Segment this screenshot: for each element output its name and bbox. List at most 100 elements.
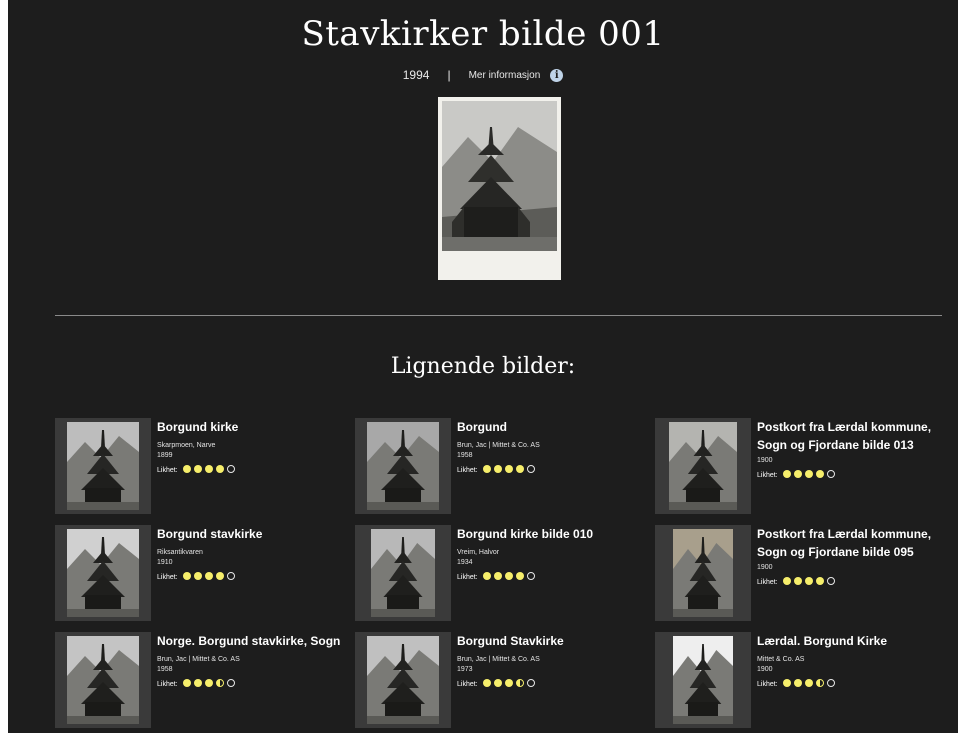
- similarity-dot-icon: [204, 572, 213, 580]
- similarity-rating: Likhet:: [457, 572, 645, 582]
- meta-row: 1994 | Mer informasjon i: [8, 68, 958, 82]
- similarity-dot-icon: [515, 465, 524, 473]
- card-year: 1973: [457, 666, 473, 673]
- thumbnail-image[interactable]: [367, 636, 439, 724]
- card-info: Postkort fra Lærdal kommune, Sogn og Fjo…: [757, 418, 945, 480]
- similarity-label: Likhet:: [457, 466, 478, 474]
- similarity-dots: [182, 572, 238, 582]
- similarity-label: Likhet:: [757, 578, 778, 586]
- similarity-dot-icon: [182, 465, 191, 473]
- similarity-dot-icon: [793, 679, 802, 687]
- similarity-dot-icon: [804, 577, 813, 585]
- similarity-dots: [182, 465, 238, 475]
- similarity-rating: Likhet:: [157, 465, 345, 475]
- thumbnail-image[interactable]: [673, 529, 733, 617]
- similarity-dot-icon: [526, 679, 535, 687]
- card-year: 1958: [457, 452, 473, 459]
- card-title[interactable]: Borgund: [457, 418, 645, 436]
- thumbnail-frame[interactable]: [355, 632, 451, 728]
- card-creator: Vreim, Halvor: [457, 549, 500, 556]
- similarity-dot-icon: [782, 577, 791, 585]
- card-title[interactable]: Borgund kirke bilde 010: [457, 525, 645, 543]
- similarity-dot-icon: [204, 679, 213, 687]
- similarity-dot-icon: [493, 465, 502, 473]
- similarity-dot-icon: [826, 577, 835, 585]
- similar-image-card[interactable]: Postkort fra Lærdal kommune, Sogn og Fjo…: [655, 418, 945, 514]
- card-info: Borgund stavkirke Riksantikvaren 1910 Likhe…: [157, 525, 345, 582]
- similarity-label: Likhet:: [457, 680, 478, 688]
- card-creator: Brun, Jac | Mittet & Co. AS: [457, 442, 540, 449]
- card-title[interactable]: Borgund Stavkirke: [457, 632, 645, 650]
- similarity-dot-icon: [826, 679, 835, 687]
- similarity-rating: Likhet:: [757, 577, 945, 587]
- similarity-dot-icon: [815, 679, 824, 687]
- similarity-dot-icon: [504, 679, 513, 687]
- card-title[interactable]: Borgund stavkirke: [157, 525, 345, 543]
- thumbnail-frame[interactable]: [55, 418, 151, 514]
- similarity-dot-icon: [782, 679, 791, 687]
- thumbnail-image[interactable]: [669, 422, 737, 510]
- similarity-dots: [782, 577, 838, 587]
- similar-image-card[interactable]: Norge. Borgund stavkirke, Sogn Brun, Jac …: [55, 632, 345, 728]
- thumbnail-image[interactable]: [67, 636, 139, 724]
- similar-image-card[interactable]: Borgund Stavkirke Brun, Jac | Mittet & Co…: [355, 632, 645, 728]
- similarity-dot-icon: [193, 465, 202, 473]
- similarity-label: Likhet:: [457, 573, 478, 581]
- similarity-dot-icon: [182, 679, 191, 687]
- similarity-dot-icon: [504, 465, 513, 473]
- thumbnail-frame[interactable]: [355, 525, 451, 621]
- similar-image-card[interactable]: Postkort fra Lærdal kommune, Sogn og Fjo…: [655, 525, 945, 621]
- card-creator: Skarpmoen, Narve: [157, 442, 216, 449]
- thumbnail-frame[interactable]: [355, 418, 451, 514]
- card-year: 1900: [757, 666, 773, 673]
- thumbnail-image[interactable]: [673, 636, 733, 724]
- card-title[interactable]: Norge. Borgund stavkirke, Sogn: [157, 632, 345, 650]
- similarity-dot-icon: [193, 572, 202, 580]
- similarity-dots: [482, 465, 538, 475]
- similar-image-card[interactable]: Borgund stavkirke Riksantikvaren 1910 Likhe…: [55, 525, 345, 621]
- card-creator: Riksantikvaren: [157, 549, 203, 556]
- more-info-link[interactable]: Mer informasjon: [469, 70, 541, 81]
- thumbnail-frame[interactable]: [655, 418, 751, 514]
- thumbnail-frame[interactable]: [55, 525, 151, 621]
- thumbnail-image[interactable]: [371, 529, 435, 617]
- similarity-rating: Likhet:: [157, 679, 345, 689]
- similar-image-card[interactable]: Borgund kirke Skarpmoen, Narve 1899 Likhet:: [55, 418, 345, 514]
- card-title[interactable]: Lærdal. Borgund Kirke: [757, 632, 945, 650]
- similar-image-card[interactable]: Lærdal. Borgund Kirke Mittet & Co. AS 1900…: [655, 632, 945, 728]
- card-title[interactable]: Borgund kirke: [157, 418, 345, 436]
- card-creator: Brun, Jac | Mittet & Co. AS: [157, 656, 240, 663]
- similarity-dot-icon: [215, 572, 224, 580]
- card-title[interactable]: Postkort fra Lærdal kommune, Sogn og Fjo…: [757, 525, 945, 561]
- card-info: Borgund kirke bilde 010 Vreim, Halvor 1934…: [457, 525, 645, 582]
- card-year: 1958: [157, 666, 173, 673]
- info-icon[interactable]: i: [550, 68, 564, 82]
- page: Stavkirker bilde 001 1994 | Mer informas…: [8, 0, 958, 733]
- similarity-label: Likhet:: [157, 573, 178, 581]
- page-title: Stavkirker bilde 001: [301, 14, 665, 54]
- main-image[interactable]: [438, 97, 561, 280]
- similarity-dot-icon: [482, 572, 491, 580]
- card-title[interactable]: Postkort fra Lærdal kommune, Sogn og Fjo…: [757, 418, 945, 454]
- similarity-label: Likhet:: [757, 471, 778, 479]
- thumbnail-image[interactable]: [67, 529, 139, 617]
- similarity-dot-icon: [226, 465, 235, 473]
- thumbnail-frame[interactable]: [655, 632, 751, 728]
- card-creator: Mittet & Co. AS: [757, 656, 805, 663]
- card-info: Borgund Brun, Jac | Mittet & Co. AS 1958 Li…: [457, 418, 645, 475]
- similarity-dot-icon: [204, 465, 213, 473]
- similarity-rating: Likhet:: [757, 679, 945, 689]
- thumbnail-image[interactable]: [367, 422, 439, 510]
- similar-image-card[interactable]: Borgund kirke bilde 010 Vreim, Halvor 1934…: [355, 525, 645, 621]
- thumbnail-frame[interactable]: [55, 632, 151, 728]
- similarity-rating: Likhet:: [757, 470, 945, 480]
- meta-separator: |: [447, 68, 451, 82]
- similarity-dot-icon: [482, 679, 491, 687]
- thumbnail-image[interactable]: [67, 422, 139, 510]
- similar-image-card[interactable]: Borgund Brun, Jac | Mittet & Co. AS 1958 Li…: [355, 418, 645, 514]
- similarity-dot-icon: [193, 679, 202, 687]
- thumbnail-frame[interactable]: [655, 525, 751, 621]
- similarity-dot-icon: [226, 679, 235, 687]
- similarity-dots: [782, 679, 838, 689]
- similarity-dot-icon: [815, 470, 824, 478]
